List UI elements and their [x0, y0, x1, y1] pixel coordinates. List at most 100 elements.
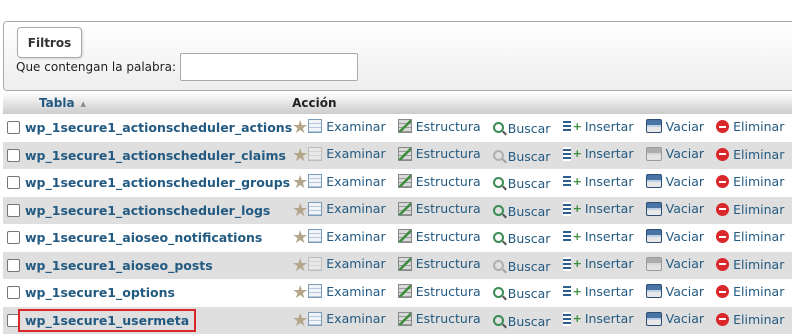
table-name-link[interactable]: wp_1secure1_options [25, 285, 175, 300]
table-name-link[interactable]: wp_1secure1_aioseo_posts [25, 258, 213, 273]
browse-link[interactable]: Examinar [308, 146, 385, 161]
row-checkbox[interactable] [7, 259, 20, 272]
search-link[interactable]: Buscar [493, 121, 551, 136]
drop-link[interactable]: Eliminar [716, 119, 784, 134]
row-checkbox-cell [3, 307, 20, 334]
search-link[interactable]: Buscar [493, 314, 551, 329]
row-checkbox[interactable] [7, 149, 20, 162]
filters-legend[interactable]: Filtros [17, 27, 82, 58]
table-name-link[interactable]: wp_1secure1_actionscheduler_logs [25, 203, 270, 218]
insert-link[interactable]: +Insertar [563, 256, 634, 271]
filter-input[interactable] [180, 53, 358, 81]
actions-cell: Examinar Estructura Buscar +Insertar Vac… [308, 114, 792, 142]
row-checkbox[interactable] [7, 121, 20, 134]
drop-link[interactable]: Eliminar [716, 284, 784, 299]
browse-link[interactable]: Examinar [308, 174, 385, 189]
insert-link[interactable]: +Insertar [563, 119, 634, 134]
drop-label: Eliminar [733, 284, 784, 299]
table-name-link[interactable]: wp_1secure1_actionscheduler_actions [25, 120, 292, 135]
browse-link[interactable]: Examinar [308, 229, 385, 244]
empty-link[interactable]: Vaciar [646, 311, 704, 326]
insert-icon [563, 174, 571, 188]
star-icon[interactable]: ★ [292, 172, 308, 193]
star-icon[interactable]: ★ [292, 227, 308, 248]
table-name-cell: wp_1secure1_aioseo_notifications [20, 224, 292, 252]
browse-link[interactable]: Examinar [308, 201, 385, 216]
structure-link[interactable]: Estructura [398, 229, 481, 244]
structure-link[interactable]: Estructura [398, 146, 481, 161]
browse-link[interactable]: Examinar [308, 311, 385, 326]
structure-icon [398, 147, 412, 161]
structure-link[interactable]: Estructura [398, 119, 481, 134]
insert-link[interactable]: +Insertar [563, 229, 634, 244]
empty-link[interactable]: Vaciar [646, 119, 704, 134]
star-icon[interactable]: ★ [292, 200, 308, 221]
table-name-cell: wp_1secure1_actionscheduler_groups [20, 169, 292, 197]
empty-link[interactable]: Vaciar [646, 284, 704, 299]
column-header-action: Acción [292, 92, 792, 114]
actions-cell: Examinar Estructura Buscar +Insertar Vac… [308, 142, 792, 170]
table-name-link[interactable]: wp_1secure1_actionscheduler_claims [25, 148, 286, 163]
empty-link[interactable]: Vaciar [646, 256, 704, 271]
browse-link[interactable]: Examinar [308, 119, 385, 134]
column-header-table-label[interactable]: Tabla [39, 96, 75, 110]
search-link[interactable]: Buscar [493, 204, 551, 219]
table-name-link[interactable]: wp_1secure1_usermeta [22, 313, 192, 328]
browse-link[interactable]: Examinar [308, 284, 385, 299]
empty-icon [646, 119, 662, 133]
drop-link[interactable]: Eliminar [716, 174, 784, 189]
row-checkbox[interactable] [7, 314, 20, 327]
drop-icon [716, 285, 729, 298]
column-header-table[interactable]: Tabla▲ [3, 92, 292, 114]
star-icon[interactable]: ★ [292, 255, 308, 276]
search-label: Buscar [508, 231, 551, 246]
browse-icon [308, 229, 322, 243]
row-checkbox-cell [3, 279, 20, 307]
row-checkbox[interactable] [7, 286, 20, 299]
empty-link[interactable]: Vaciar [646, 229, 704, 244]
empty-label: Vaciar [666, 119, 704, 134]
star-icon[interactable]: ★ [292, 117, 308, 138]
structure-link[interactable]: Estructura [398, 284, 481, 299]
insert-link[interactable]: +Insertar [563, 284, 634, 299]
drop-link[interactable]: Eliminar [716, 312, 784, 327]
drop-link[interactable]: Eliminar [716, 229, 784, 244]
search-link[interactable]: Buscar [493, 231, 551, 246]
search-link[interactable]: Buscar [493, 149, 551, 164]
insert-link[interactable]: +Insertar [563, 146, 634, 161]
empty-link[interactable]: Vaciar [646, 146, 704, 161]
structure-link[interactable]: Estructura [398, 174, 481, 189]
search-link[interactable]: Buscar [493, 176, 551, 191]
search-link[interactable]: Buscar [493, 286, 551, 301]
drop-link[interactable]: Eliminar [716, 202, 784, 217]
table-body: wp_1secure1_actionscheduler_actions ★ Ex… [3, 114, 792, 334]
drop-link[interactable]: Eliminar [716, 257, 784, 272]
structure-link[interactable]: Estructura [398, 256, 481, 271]
star-icon[interactable]: ★ [292, 282, 308, 303]
structure-label: Estructura [416, 229, 481, 244]
insert-link[interactable]: +Insertar [563, 311, 634, 326]
star-icon[interactable]: ★ [292, 145, 308, 166]
insert-link[interactable]: +Insertar [563, 201, 634, 216]
table-name-link[interactable]: wp_1secure1_aioseo_notifications [25, 230, 262, 245]
search-link[interactable]: Buscar [493, 259, 551, 274]
row-checkbox[interactable] [7, 204, 20, 217]
empty-link[interactable]: Vaciar [646, 174, 704, 189]
drop-icon [716, 230, 729, 243]
table-name-link[interactable]: wp_1secure1_actionscheduler_groups [25, 175, 290, 190]
structure-icon [398, 284, 412, 298]
empty-link[interactable]: Vaciar [646, 201, 704, 216]
row-checkbox[interactable] [7, 231, 20, 244]
drop-link[interactable]: Eliminar [716, 147, 784, 162]
search-label: Buscar [508, 286, 551, 301]
structure-link[interactable]: Estructura [398, 201, 481, 216]
star-icon[interactable]: ★ [292, 310, 308, 331]
structure-link[interactable]: Estructura [398, 311, 481, 326]
browse-link[interactable]: Examinar [308, 256, 385, 271]
browse-label: Examinar [326, 229, 385, 244]
search-label: Buscar [508, 176, 551, 191]
drop-label: Eliminar [733, 257, 784, 272]
row-checkbox[interactable] [7, 176, 20, 189]
insert-link[interactable]: +Insertar [563, 174, 634, 189]
search-icon [493, 150, 504, 161]
